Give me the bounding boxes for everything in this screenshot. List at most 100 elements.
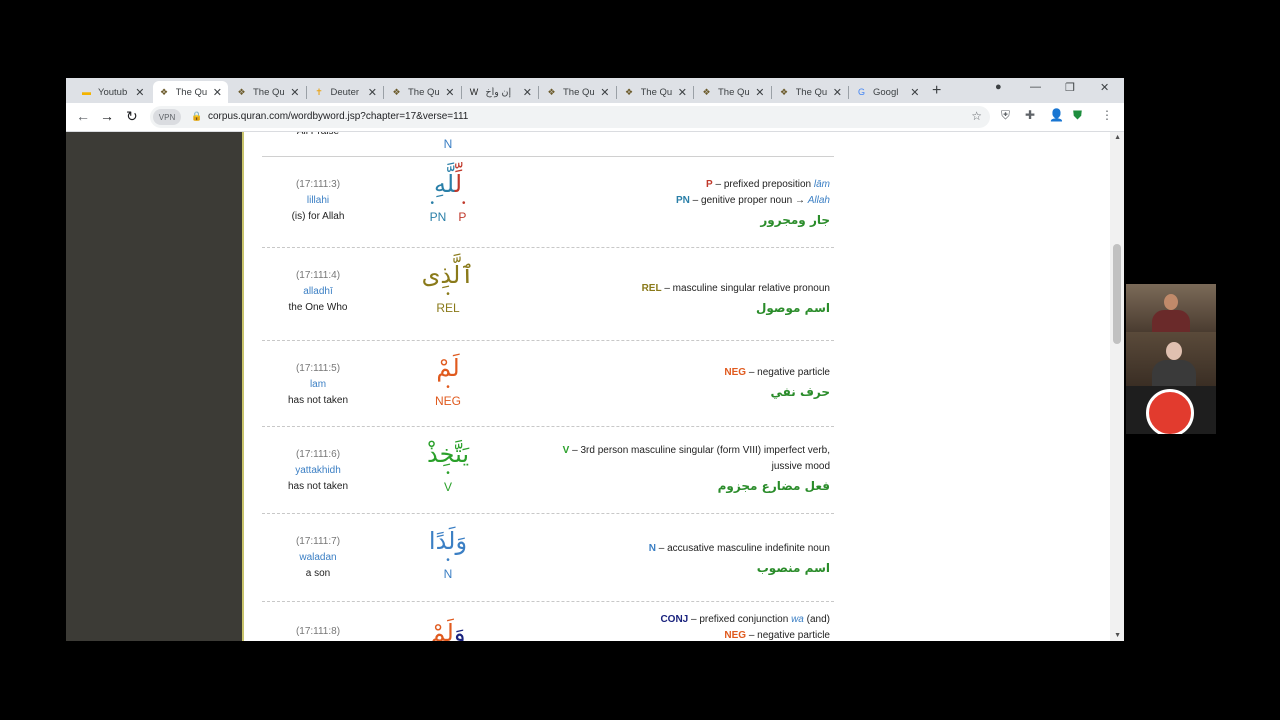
browser-tab[interactable]: ❖ The Qu ✕	[618, 81, 694, 103]
grammar-line: jussive mood	[530, 459, 830, 475]
word-location: (17:111:8)	[295, 626, 341, 637]
browser-tab[interactable]: ❖ The Qu ✕	[152, 81, 228, 103]
arabic-word-text[interactable]: لِّلَّهِ	[398, 169, 498, 199]
webcam-presenter-1	[1126, 284, 1216, 334]
browser-window: + ● — ❐ ✕ ▬ Youtub ✕ ❖ The Qu ✕ ❖ The Qu ✕ ✝ Deute…	[66, 78, 1124, 641]
pos-tag: N	[443, 137, 453, 151]
browser-tab[interactable]: ❖ The Qu ✕	[773, 81, 849, 103]
transliteration-link[interactable]: lillahi	[262, 193, 374, 209]
arabic-word[interactable]: يَتَّخِذْ • V	[398, 439, 498, 495]
new-tab-button[interactable]: +	[932, 82, 941, 100]
close-tab-icon[interactable]: ✕	[755, 86, 764, 99]
browser-tab[interactable]: ❖ The Qu ✕	[540, 81, 616, 103]
transliteration-link[interactable]: lam	[262, 377, 374, 393]
close-tab-icon[interactable]: ✕	[368, 86, 377, 99]
word-location: (17:111:5)	[295, 363, 341, 374]
transliteration-link[interactable]: waladan	[262, 550, 374, 566]
close-tab-icon[interactable]: ✕	[213, 86, 222, 99]
scroll-up-arrow-icon[interactable]: ▲	[1114, 134, 1121, 141]
grammar-line: V – 3rd person masculine singular (form …	[530, 443, 830, 459]
transliteration-link[interactable]: alladhī	[262, 284, 374, 300]
grammar-description: REL – masculine singular relative pronou…	[530, 281, 830, 316]
minimize-button[interactable]: —	[1030, 81, 1041, 93]
arabic-word-text[interactable]: يَتَّخِذْ	[398, 439, 498, 469]
profile-icon[interactable]: ●	[995, 81, 1002, 93]
grammar-line: PN – genitive proper noun → Allah	[530, 193, 830, 209]
tab-title: The Qu	[718, 86, 750, 98]
reload-button[interactable]: ↻	[126, 108, 138, 125]
close-tab-icon[interactable]: ✕	[910, 86, 919, 99]
browser-tab[interactable]: ▬ Youtub ✕	[75, 81, 151, 103]
segment-dot: •	[446, 382, 450, 393]
browser-tab[interactable]: W إن وأخ ✕	[463, 81, 539, 103]
transliteration-link[interactable]: yattakhidh	[262, 463, 374, 479]
grammar-description: CONJ – prefixed conjunction wa (and) NEG …	[530, 612, 830, 641]
grammar-text: – genitive proper noun →	[689, 195, 808, 206]
arabic-word[interactable]: ٱلَّذِى • REL	[398, 260, 498, 316]
browser-tab[interactable]: G Googl ✕	[850, 81, 926, 103]
page-scrollbar[interactable]: ▲ ▼	[1110, 132, 1124, 641]
arabic-word-text[interactable]: وَلَدًا	[398, 526, 498, 556]
arabic-word[interactable]: لَمْ • NEG	[398, 353, 498, 409]
browser-tab[interactable]: ❖ The Qu ✕	[695, 81, 771, 103]
forward-button[interactable]: →	[100, 108, 114, 124]
address-bar[interactable]: VPN 🔒 corpus.quran.com/wordbyword.jsp?ch…	[150, 106, 990, 128]
tab-separator	[848, 86, 849, 99]
close-window-button[interactable]: ✕	[1100, 81, 1109, 94]
vpn-badge[interactable]: VPN	[153, 109, 181, 125]
segment-dot: •	[446, 555, 450, 566]
close-tab-icon[interactable]: ✕	[290, 86, 299, 99]
grammar-description: NEG – negative particle حرف نفي	[530, 365, 830, 400]
arabic-word-text[interactable]: لَمْ	[398, 353, 498, 383]
grammar-tag: N	[648, 543, 656, 554]
grammar-text: – prefixed conjunction	[688, 614, 792, 625]
tab-title: The Qu	[408, 86, 440, 98]
word-location: (17:111:4)	[295, 270, 341, 281]
arabic-segment: يَتَّخِذْ	[426, 440, 469, 468]
channel-logo-icon	[1146, 389, 1194, 434]
back-button[interactable]: ←	[76, 108, 90, 124]
profile-avatar-icon[interactable]: 👤	[1049, 108, 1064, 122]
menu-kebab-icon[interactable]: ⋮	[1101, 108, 1113, 122]
close-tab-icon[interactable]: ✕	[445, 86, 454, 99]
browser-tab[interactable]: ❖ The Qu ✕	[385, 81, 461, 103]
tab-title: The Qu	[640, 86, 673, 98]
restore-button[interactable]: ❐	[1065, 81, 1075, 94]
grammar-link[interactable]: Allah	[808, 195, 830, 206]
quran-book-icon: ❖	[702, 86, 711, 97]
segment-dot: •	[446, 289, 450, 300]
scroll-down-arrow-icon[interactable]: ▼	[1114, 632, 1121, 639]
url-text[interactable]: corpus.quran.com/wordbyword.jsp?chapter=…	[208, 111, 468, 122]
browser-tab[interactable]: ✝ Deuter ✕	[308, 81, 384, 103]
arabic-word[interactable]: لِّلَّهِ • • PN P	[398, 169, 498, 225]
word-location: (17:111:3)	[295, 179, 341, 190]
browser-tab[interactable]: ❖ The Qu ✕	[230, 81, 306, 103]
word-row: (17:111:3) lillahi (is) for Allah لِّلَّهِ •…	[262, 157, 834, 248]
shield-extension-icon[interactable]: ⛨	[1001, 108, 1010, 123]
close-tab-icon[interactable]: ✕	[600, 86, 609, 99]
arabic-word-text[interactable]: ٱلَّذِى	[398, 260, 498, 290]
grammar-link[interactable]: wa	[791, 614, 804, 625]
close-tab-icon[interactable]: ✕	[523, 86, 532, 99]
tab-separator	[538, 86, 539, 99]
webcam-overlay	[1126, 284, 1216, 434]
bookmark-star-icon[interactable]: ☆	[971, 109, 982, 123]
grammar-line: REL – masculine singular relative pronou…	[530, 281, 830, 297]
scrollbar-thumb[interactable]	[1113, 244, 1121, 344]
english-gloss: has not taken	[287, 481, 349, 492]
security-shield-icon[interactable]: ⛊	[1073, 108, 1082, 123]
close-tab-icon[interactable]: ✕	[833, 86, 842, 99]
arabic-word[interactable]: وَلَدًا • N	[398, 526, 498, 582]
lock-icon[interactable]: 🔒	[191, 111, 202, 122]
grammar-text: jussive mood	[771, 461, 830, 472]
grammar-text: – 3rd person masculine singular (form VI…	[569, 445, 830, 456]
grammar-tag: P	[706, 179, 713, 190]
grammar-link[interactable]: lām	[814, 179, 830, 190]
pos-tags: N	[398, 566, 498, 582]
arabic-word[interactable]: وَلَمْ	[398, 618, 498, 641]
close-tab-icon[interactable]: ✕	[678, 86, 687, 99]
extensions-puzzle-icon[interactable]: ✚	[1025, 108, 1035, 122]
word-reference: (17:111:3) lillahi (is) for Allah	[262, 177, 374, 225]
arabic-word-text[interactable]: وَلَمْ	[398, 618, 498, 641]
close-tab-icon[interactable]: ✕	[135, 86, 144, 99]
